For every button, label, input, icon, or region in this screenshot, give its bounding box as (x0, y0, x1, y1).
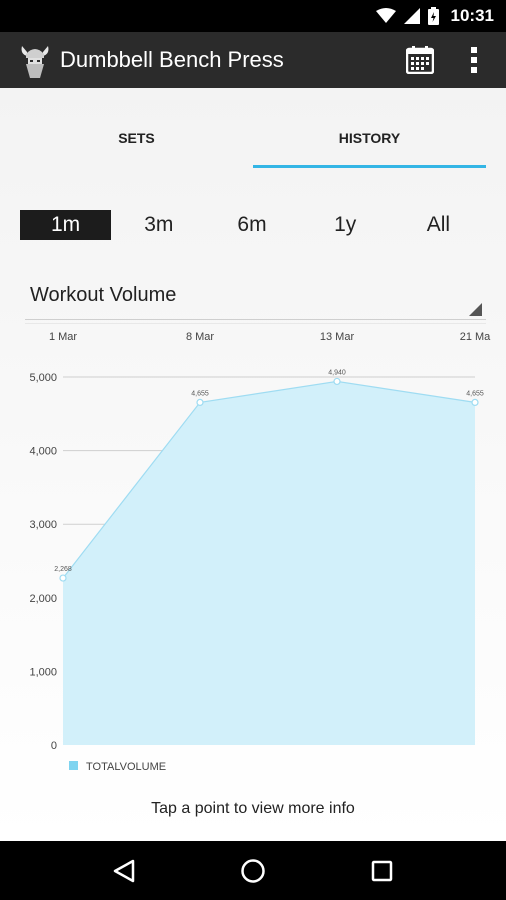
wifi-icon (375, 8, 396, 24)
x-axis-tick-label: 13 Mar (320, 331, 355, 343)
navigation-bar (0, 841, 506, 900)
range-selector: 1m 3m 6m 1y All (20, 210, 486, 240)
battery-icon (427, 7, 439, 25)
tab-bar: SETS HISTORY (20, 108, 486, 168)
area-fill (63, 381, 475, 745)
hint-text: Tap a point to view more info (151, 800, 355, 817)
range-all-button[interactable]: All (393, 210, 484, 240)
y-axis-tick-label: 1,000 (29, 666, 57, 678)
legend-label: TOTALVOLUME (86, 761, 166, 773)
back-icon (114, 859, 135, 882)
legend-swatch (69, 761, 78, 770)
range-6m-button[interactable]: 6m (206, 210, 297, 240)
x-axis-tick-label: 21 Ma (460, 331, 491, 343)
more-vert-icon (471, 47, 477, 73)
data-point (333, 377, 341, 386)
back-button[interactable] (96, 843, 152, 899)
y-axis-tick-label: 2,000 (29, 593, 57, 605)
calendar-button[interactable] (396, 36, 444, 84)
recents-icon (371, 860, 392, 881)
content-area: SETS HISTORY 1m 3m 6m 1y All Workout Vol… (0, 88, 506, 841)
calendar-icon (406, 46, 434, 74)
home-icon (241, 858, 265, 883)
status-bar: 10:31 (0, 0, 506, 32)
status-time: 10:31 (450, 6, 494, 25)
recents-button[interactable] (354, 843, 410, 899)
dropdown-arrow-icon (469, 303, 482, 316)
y-axis-tick-label: 4,000 (29, 446, 57, 458)
x-axis-tick-label: 1 Mar (49, 331, 77, 343)
app-title: Dumbbell Bench Press (60, 47, 284, 72)
y-axis-tick-label: 5,000 (29, 372, 57, 384)
home-button[interactable] (225, 843, 281, 899)
metric-dropdown[interactable]: Workout Volume (25, 280, 486, 320)
data-point-label: 4,940 (328, 369, 346, 376)
data-point-label: 4,655 (191, 390, 209, 397)
signal-icon (403, 8, 420, 24)
range-1m-button[interactable]: 1m (20, 210, 112, 240)
data-point (471, 398, 479, 406)
data-point (59, 574, 67, 582)
metric-dropdown-value: Workout Volume (30, 284, 177, 306)
range-1y-button[interactable]: 1y (300, 210, 391, 240)
tab-sets[interactable]: SETS (20, 108, 253, 168)
x-axis-tick-label: 8 Mar (186, 331, 214, 343)
viking-logo-icon[interactable] (18, 40, 52, 80)
app-bar: Dumbbell Bench Press (0, 32, 506, 88)
y-axis-tick-label: 0 (51, 740, 57, 752)
y-axis-tick-label: 3,000 (29, 519, 57, 531)
data-point-label: 4,655 (466, 390, 484, 397)
data-point-label: 2,268 (54, 566, 72, 573)
data-point (196, 398, 204, 406)
volume-chart[interactable]: 1 Mar 8 Mar 13 Mar 21 Ma 0 1,000 2,000 3,000 4,0… (0, 323, 506, 783)
tab-history[interactable]: HISTORY (253, 108, 486, 168)
overflow-menu-button[interactable] (462, 36, 486, 84)
range-3m-button[interactable]: 3m (113, 210, 204, 240)
